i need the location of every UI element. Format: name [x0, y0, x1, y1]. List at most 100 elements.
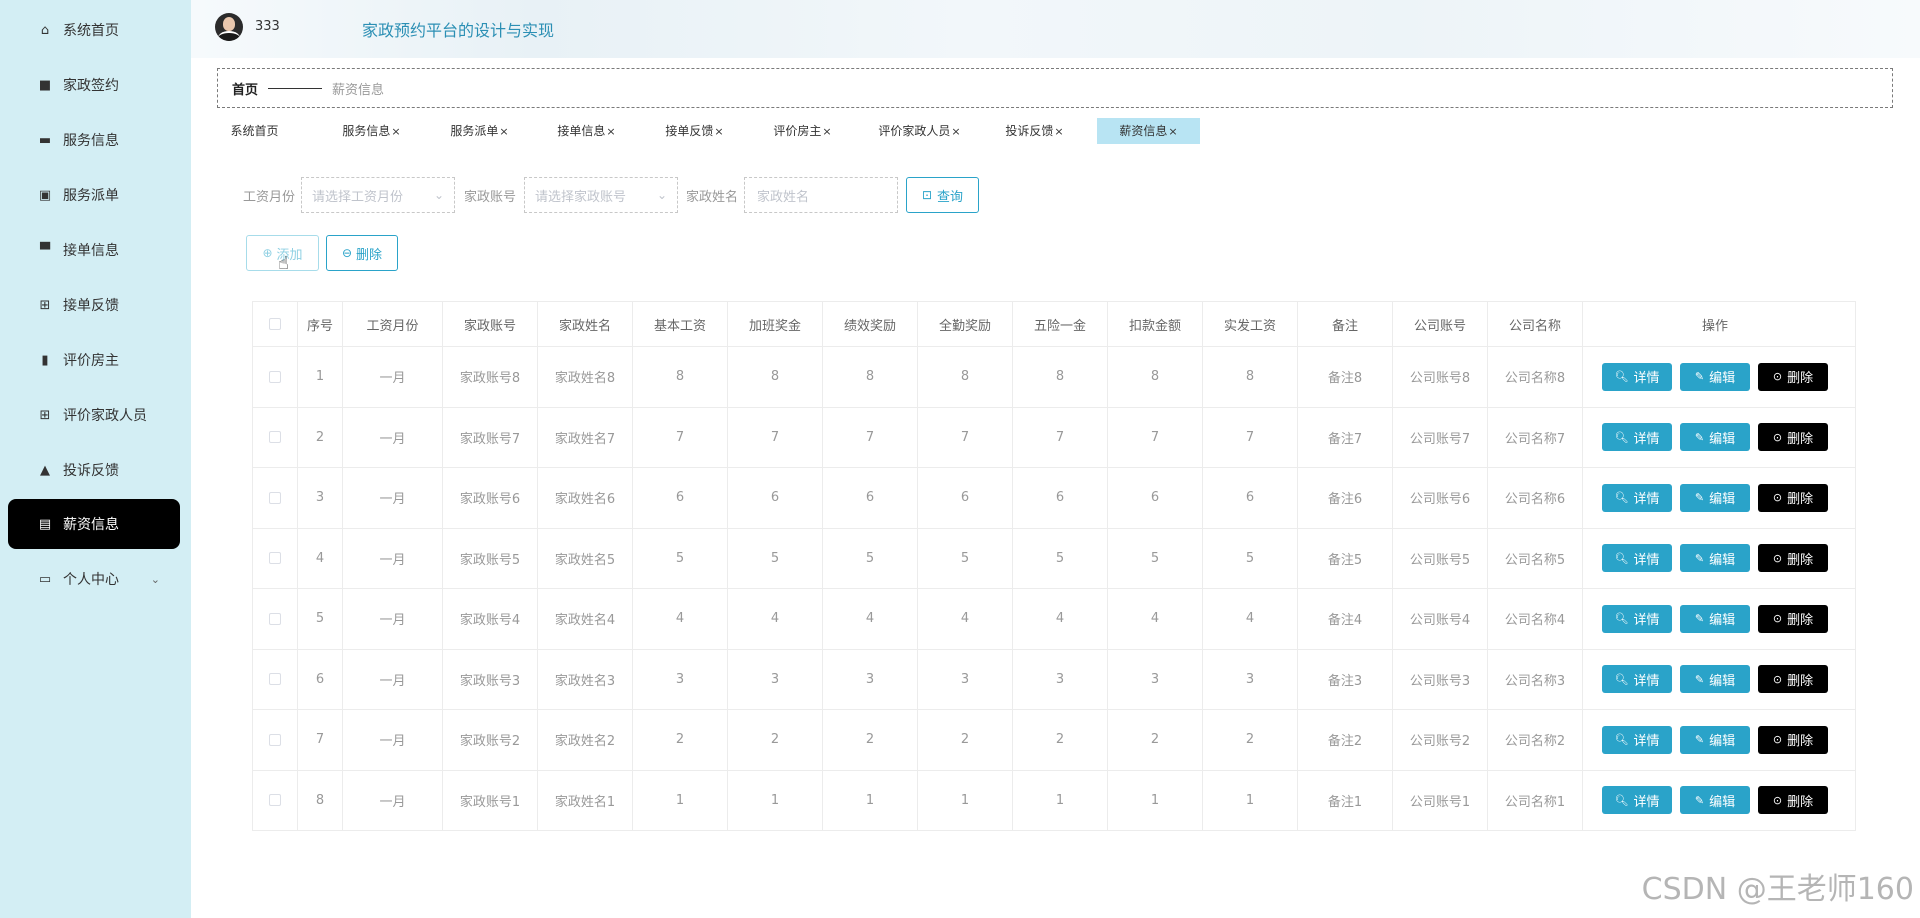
table-cell: 5 — [1108, 528, 1203, 588]
tag-8[interactable]: 投诉反馈× — [987, 118, 1082, 144]
table-cell: 3 — [1203, 649, 1298, 709]
edit-button[interactable]: ✎ 编辑 — [1680, 725, 1750, 754]
tag-6[interactable]: 评价房主× — [755, 118, 850, 144]
tag-label: 接单信息 — [557, 124, 606, 138]
pencil-icon: ✎ — [1694, 793, 1705, 807]
sidebar-item-label: 个人中心 — [63, 572, 119, 588]
table-cell: 公司账号3 — [1393, 649, 1488, 709]
query-button[interactable]: ⊡ 查询 — [906, 177, 979, 213]
row-actions: 🔍︎ 详情 ✎ 编辑 ⊙ 删除 — [1583, 408, 1847, 468]
grid-icon: ⊞ — [39, 407, 51, 423]
table-cell: 5 — [918, 528, 1013, 588]
delete-button[interactable]: ⊙ 删除 — [1758, 423, 1828, 452]
sidebar-item-label: 薪资信息 — [63, 517, 119, 533]
detail-button[interactable]: 🔍︎ 详情 — [1602, 362, 1672, 391]
delete-button[interactable]: ⊙ 删除 — [1758, 604, 1828, 633]
delete-button[interactable]: ⊙ 删除 — [1758, 725, 1828, 754]
edit-button[interactable]: ✎ 编辑 — [1680, 544, 1750, 573]
sidebar-item-label: 服务派单 — [63, 188, 119, 204]
sidebar-item-2[interactable]: ■ 家政签约 — [8, 60, 180, 110]
column-header: 基本工资 — [633, 302, 728, 346]
row-checkbox[interactable] — [269, 612, 281, 625]
pencil-icon: ✎ — [1694, 370, 1705, 384]
tag-1[interactable]: 系统首页 — [217, 118, 292, 144]
account-select[interactable]: 请选择家政账号 ⌄ — [524, 177, 678, 213]
avatar[interactable] — [215, 13, 243, 41]
batch-delete-button[interactable]: ⊖ 删除 — [326, 235, 398, 271]
close-icon[interactable]: × — [951, 125, 960, 138]
table-cell: 备注1 — [1298, 770, 1393, 830]
month-select[interactable]: 请选择工资月份 ⌄ — [301, 177, 455, 213]
close-icon[interactable]: × — [606, 125, 615, 138]
detail-button[interactable]: 🔍︎ 详情 — [1602, 725, 1672, 754]
avatar-body — [218, 31, 240, 41]
close-icon[interactable]: × — [822, 125, 831, 138]
sidebar-item-1[interactable]: ⌂ 系统首页 — [8, 5, 180, 55]
row-checkbox[interactable] — [269, 552, 281, 565]
edit-button[interactable]: ✎ 编辑 — [1680, 423, 1750, 452]
row-checkbox[interactable] — [269, 733, 281, 746]
delete-button[interactable]: ⊙ 删除 — [1758, 665, 1828, 694]
column-header: 实发工资 — [1203, 302, 1298, 346]
tag-9[interactable]: 薪资信息× — [1097, 118, 1200, 144]
edit-button[interactable]: ✎ 编辑 — [1680, 786, 1750, 815]
tag-5[interactable]: 接单反馈× — [647, 118, 742, 144]
chevron-down-icon: ⌄ — [433, 188, 444, 202]
edit-button[interactable]: ✎ 编辑 — [1680, 665, 1750, 694]
close-icon[interactable]: × — [1054, 125, 1063, 138]
delete-button[interactable]: ⊙ 删除 — [1758, 362, 1828, 391]
delete-button[interactable]: ⊙ 删除 — [1758, 544, 1828, 573]
tag-3[interactable]: 服务派单× — [432, 118, 527, 144]
sidebar-item-9[interactable]: ▲ 投诉反馈 — [8, 445, 180, 495]
tag-2[interactable]: 服务信息× — [324, 118, 419, 144]
detail-button[interactable]: 🔍︎ 详情 — [1602, 423, 1672, 452]
tag-7[interactable]: 评价家政人员× — [862, 118, 977, 144]
tags-view: 系统首页 服务信息× 服务派单× 接单信息× 接单反馈× 评价房主× 评价家政人员× 投诉反馈… — [217, 118, 1893, 148]
row-checkbox[interactable] — [269, 431, 281, 444]
edit-button[interactable]: ✎ 编辑 — [1680, 483, 1750, 512]
row-checkbox[interactable] — [269, 794, 281, 807]
sidebar-item-10[interactable]: ▤ 薪资信息 — [8, 499, 180, 549]
sidebar-item-5[interactable]: ▀ 接单信息 — [8, 225, 180, 275]
row-checkbox[interactable] — [269, 673, 281, 686]
close-icon[interactable]: × — [499, 125, 508, 138]
detail-button[interactable]: 🔍︎ 详情 — [1602, 665, 1672, 694]
row-checkbox[interactable] — [269, 491, 281, 504]
sidebar-item-8[interactable]: ⊞ 评价家政人员 — [8, 390, 180, 440]
edit-button[interactable]: ✎ 编辑 — [1680, 362, 1750, 391]
detail-button[interactable]: 🔍︎ 详情 — [1602, 483, 1672, 512]
select-all-checkbox[interactable] — [269, 318, 281, 330]
detail-button[interactable]: 🔍︎ 详情 — [1602, 544, 1672, 573]
close-icon[interactable]: × — [714, 125, 723, 138]
column-header: 公司名称 — [1488, 302, 1583, 346]
delete-button[interactable]: ⊙ 删除 — [1758, 786, 1828, 815]
sidebar-item-6[interactable]: ⊞ 接单反馈 — [8, 280, 180, 330]
edit-button[interactable]: ✎ 编辑 — [1680, 604, 1750, 633]
delete-button-label: 删除 — [1787, 371, 1814, 387]
close-icon[interactable]: × — [1168, 125, 1177, 138]
table-cell: 2 — [298, 407, 343, 467]
sidebar-item-4[interactable]: ▣ 服务派单 — [8, 170, 180, 220]
sidebar-item-label: 评价家政人员 — [63, 408, 147, 424]
table-row: 7 一月 家政账号2 家政姓名2 2 2 2 2 2 2 2 备注2 公司账号2 公司名称2 🔍︎ 详情 ✎ 编辑… — [253, 709, 1855, 770]
watermark: CSDN @王老师160 — [1641, 872, 1914, 907]
chart-icon: ▣ — [38, 187, 52, 203]
table-cell: 3 — [1013, 649, 1108, 709]
tag-4[interactable]: 接单信息× — [539, 118, 634, 144]
name-input[interactable]: 家政姓名 — [744, 177, 898, 213]
sidebar-item-7[interactable]: ▮ 评价房主 — [8, 335, 180, 385]
table-cell: 4 — [823, 589, 918, 649]
sidebar-item-11[interactable]: ▭ 个人中心 ⌄ — [8, 554, 180, 604]
close-icon[interactable]: × — [391, 125, 400, 138]
table-cell: 6 — [298, 649, 343, 709]
row-checkbox[interactable] — [269, 370, 281, 383]
sidebar-item-3[interactable]: ▬ 服务信息 — [8, 115, 180, 165]
table-cell: 公司账号8 — [1393, 347, 1488, 407]
detail-button[interactable]: 🔍︎ 详情 — [1602, 604, 1672, 633]
detail-button[interactable]: 🔍︎ 详情 — [1602, 786, 1672, 815]
table-row: 6 一月 家政账号3 家政姓名3 3 3 3 3 3 3 3 备注3 公司账号3 公司名称3 🔍︎ 详情 ✎ 编辑… — [253, 648, 1855, 709]
delete-button[interactable]: ⊙ 删除 — [1758, 483, 1828, 512]
breadcrumb-home[interactable]: 首页 — [232, 79, 258, 98]
detail-button-label: 详情 — [1633, 734, 1660, 750]
detail-button-label: 详情 — [1633, 673, 1660, 689]
